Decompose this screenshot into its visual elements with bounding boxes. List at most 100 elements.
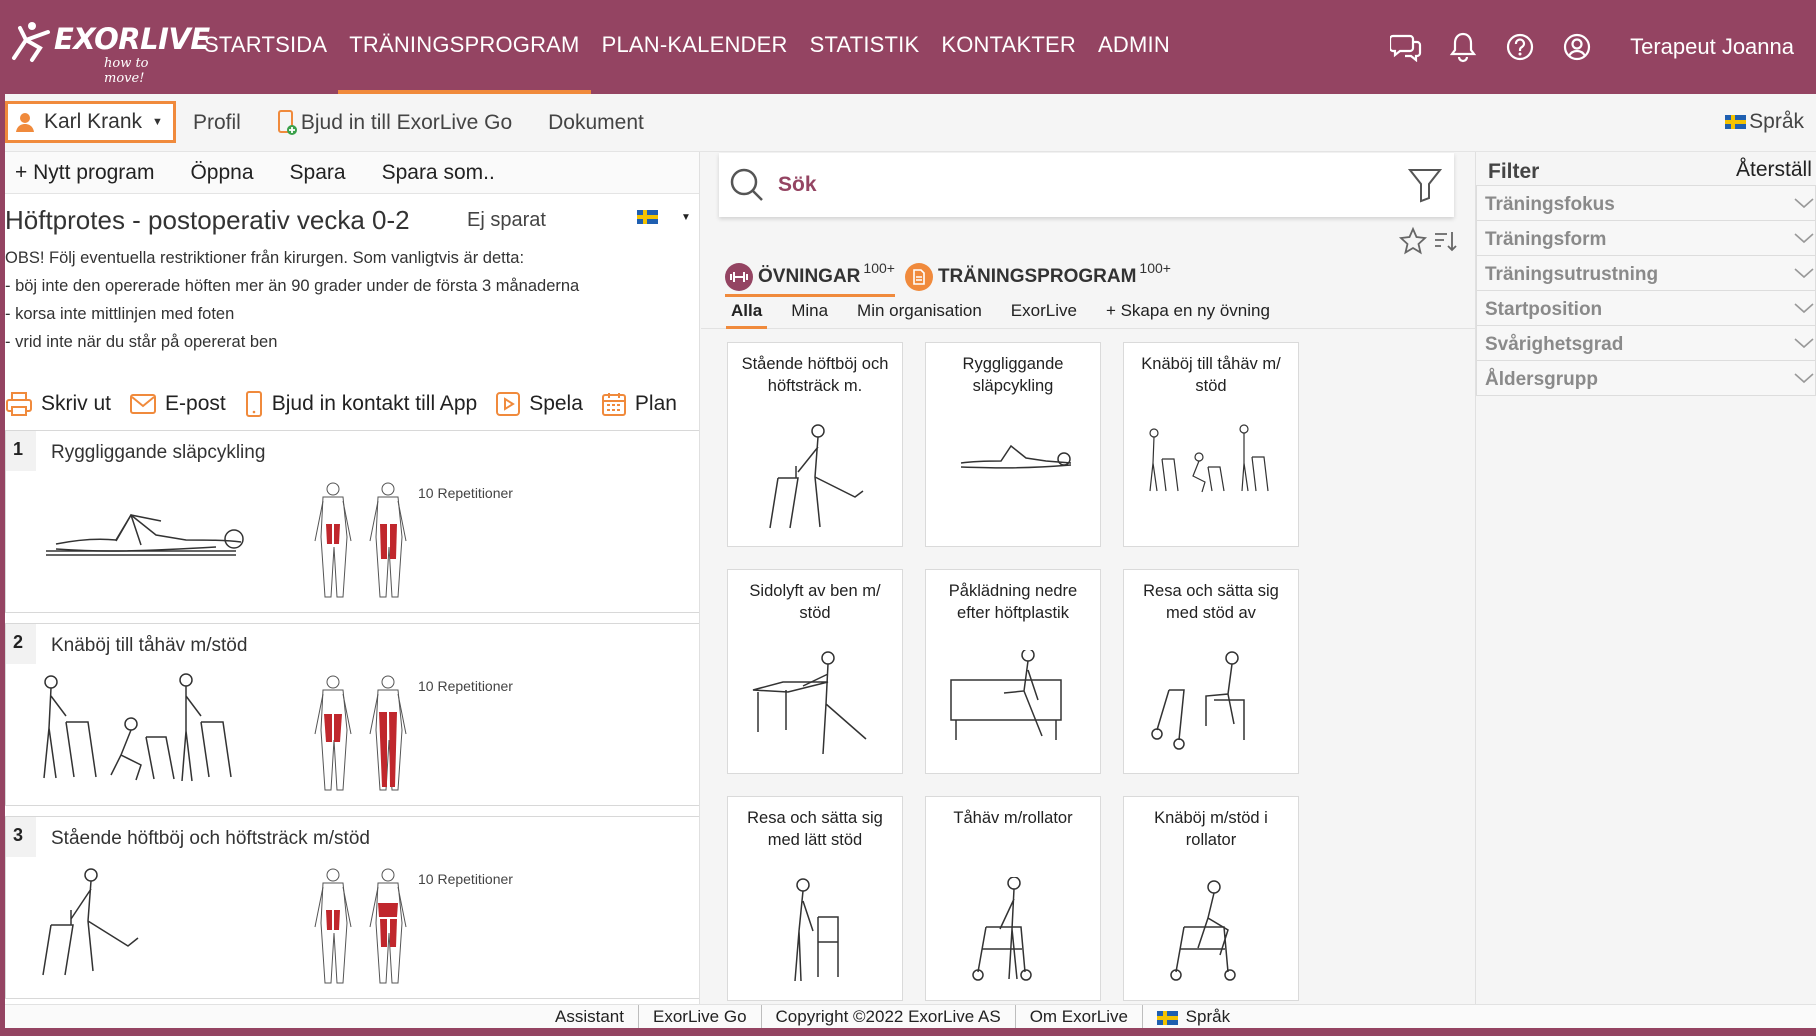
program-actions: Skriv ut E-post Bjud in kontakt till App…: [5, 378, 699, 430]
language-selector-top[interactable]: Språk: [1725, 110, 1804, 134]
client-name: Karl Krank: [44, 110, 143, 133]
program-exercise-card[interactable]: 3 Stående höftböj och höftsträck m/stöd: [5, 816, 699, 999]
tab-ovningar[interactable]: ÖVNINGAR 100+: [725, 260, 895, 297]
program-title[interactable]: Höftprotes - postoperativ vecka 0-2: [5, 205, 410, 236]
reset-filter-button[interactable]: Återställ: [1736, 158, 1812, 182]
exorlive-go-link[interactable]: ExorLive Go: [639, 1005, 762, 1028]
facet-traningsform[interactable]: Träningsform: [1476, 221, 1816, 256]
program-exercise-card[interactable]: 1 Ryggliggande släpcykling 10 Repetition…: [5, 430, 699, 613]
print-button[interactable]: Skriv ut: [5, 391, 111, 417]
client-bar: Karl Krank ▼ Profil Bjud in till ExorLiv…: [5, 94, 1816, 152]
exercise-tile[interactable]: Ryggliggande släpcykling: [925, 342, 1101, 547]
facet-startposition[interactable]: Startposition: [1476, 291, 1816, 326]
exercise-tile-name: Resa och sätta sig med stöd av: [1143, 582, 1279, 622]
list-tools: [1398, 226, 1458, 256]
exercise-tile[interactable]: Resa och sätta sig med lätt stöd: [727, 796, 903, 1001]
documents-link[interactable]: Dokument: [548, 111, 644, 135]
chevron-down-icon: [1794, 233, 1814, 244]
footer: Assistant ExorLive Go Copyright ©2022 Ex…: [5, 1004, 1816, 1028]
exercise-tile[interactable]: Knäböj m/stöd i rollator: [1123, 796, 1299, 1001]
profile-link[interactable]: Profil: [193, 111, 241, 135]
facet-label: Träningsutrustning: [1485, 264, 1659, 285]
user-name[interactable]: Terapeut Joanna: [1630, 34, 1794, 60]
facet-label: Åldersgrupp: [1485, 369, 1598, 390]
filter-icon[interactable]: [1408, 167, 1442, 203]
facet-label: Träningsform: [1485, 229, 1607, 250]
facet-traningsutrustning[interactable]: Träningsutrustning: [1476, 256, 1816, 291]
client-selector[interactable]: Karl Krank ▼: [5, 101, 176, 143]
facet-aldersgrupp[interactable]: Åldersgrupp: [1476, 361, 1816, 396]
exercise-thumbnail: [972, 877, 1032, 981]
subtab-alla[interactable]: Alla: [725, 297, 768, 329]
exercise-tile[interactable]: Tåhäv m/rollator: [925, 796, 1101, 1001]
exercise-tile[interactable]: Knäböj till tåhäv m/ stöd: [1123, 342, 1299, 547]
search-input[interactable]: [778, 173, 1358, 197]
chat-icon[interactable]: [1390, 31, 1422, 63]
tab-traningsprogram[interactable]: TRÄNINGSPROGRAM 100+: [904, 260, 1171, 294]
facet-traningsfokus[interactable]: Träningsfokus: [1476, 186, 1816, 221]
subtab-min-organisation[interactable]: Min organisation: [857, 297, 982, 329]
program-language-selector[interactable]: ▼: [637, 210, 691, 224]
nav-plan-kalender[interactable]: PLAN-KALENDER: [591, 0, 799, 94]
help-icon[interactable]: [1504, 31, 1536, 63]
about-link[interactable]: Om ExorLive: [1016, 1005, 1143, 1028]
exercise-name: Ryggliggande släpcykling: [51, 442, 266, 463]
exercise-thumbnail: [960, 444, 1072, 469]
assistant-link[interactable]: Assistant: [541, 1005, 639, 1028]
calendar-icon: [601, 393, 626, 416]
email-label: E-post: [165, 392, 226, 415]
exercise-number: 1: [6, 431, 36, 471]
sort-icon[interactable]: [1432, 228, 1458, 254]
nav-admin[interactable]: ADMIN: [1087, 0, 1181, 94]
phone-add-icon: [277, 110, 297, 135]
exorlive-logo[interactable]: EXORLIVE how to move!: [10, 16, 210, 86]
subtab-mina[interactable]: Mina: [791, 297, 828, 329]
nav-statistik[interactable]: STATISTIK: [799, 0, 931, 94]
program-exercise-card[interactable]: 2 Knäböj till tåhäv m/stöd 10 Repetition…: [5, 623, 699, 806]
note-line: - böj inte den opererade höften mer än 9…: [5, 277, 580, 295]
caret-down-icon: ▼: [152, 116, 163, 128]
star-icon[interactable]: [1398, 226, 1428, 256]
exercise-tile-name: Knäböj till tåhäv m/ stöd: [1141, 355, 1281, 395]
exercise-tile[interactable]: Sidolyft av ben m/ stöd: [727, 569, 903, 774]
create-exercise-link[interactable]: + Skapa en ny övning: [1106, 297, 1270, 329]
plan-button[interactable]: Plan: [601, 391, 677, 417]
invite-exorlive-go-link[interactable]: Bjud in till ExorLive Go: [277, 109, 512, 137]
footer-language-label: Språk: [1185, 1007, 1231, 1026]
exercise-tile[interactable]: Resa och sätta sig med stöd av: [1123, 569, 1299, 774]
invite-app-button[interactable]: Bjud in kontakt till App: [244, 390, 477, 418]
chevron-down-icon: [1794, 373, 1814, 384]
nav-kontakter[interactable]: KONTAKTER: [930, 0, 1087, 94]
main-nav: STARTSIDA TRÄNINGSPROGRAM PLAN-KALENDER …: [193, 0, 1181, 94]
exercise-browser: ÖVNINGAR 100+ TRÄNINGSPROGRAM 100+ Alla …: [701, 152, 1475, 1028]
program-title-row: Höftprotes - postoperativ vecka 0-2 Ej s…: [5, 194, 699, 240]
language-label: Språk: [1749, 110, 1804, 133]
open-button[interactable]: Öppna: [190, 161, 253, 185]
exercise-tile[interactable]: Påklädning nedre efter höftplastik: [925, 569, 1101, 774]
main-content: Karl Krank ▼ Profil Bjud in till ExorLiv…: [5, 94, 1816, 1028]
logo-wordmark: EXORLIVE: [54, 22, 210, 56]
program-notes[interactable]: OBS! Följ eventuella restriktioner från …: [5, 240, 699, 356]
facet-svarighetsgrad[interactable]: Svårighetsgrad: [1476, 326, 1816, 361]
exercise-tile-name: Påklädning nedre efter höftplastik: [948, 582, 1078, 622]
facet-label: Träningsfokus: [1485, 194, 1615, 215]
logo-tagline: how to move!: [104, 56, 149, 86]
email-button[interactable]: E-post: [129, 392, 226, 416]
new-program-button[interactable]: + Nytt program: [15, 161, 154, 185]
user-circle-icon[interactable]: [1561, 31, 1593, 63]
subtab-exorlive[interactable]: ExorLive: [1011, 297, 1077, 329]
footer-language-link[interactable]: Språk: [1143, 1005, 1244, 1028]
exercise-reps: 10 Repetitioner: [418, 871, 513, 887]
exercise-tile[interactable]: Stående höftböj och höftsträck m.: [727, 342, 903, 547]
nav-startsida[interactable]: STARTSIDA: [193, 0, 338, 94]
play-button[interactable]: Spela: [495, 391, 583, 417]
bell-icon[interactable]: [1447, 31, 1479, 63]
swedish-flag-icon: [1725, 115, 1747, 129]
copyright-text: Copyright ©2022 ExorLive AS: [762, 1005, 1016, 1028]
nav-traningsprogram[interactable]: TRÄNINGSPROGRAM: [338, 0, 591, 94]
save-as-button[interactable]: Spara som..: [382, 161, 495, 185]
save-button[interactable]: Spara: [290, 161, 346, 185]
exercise-thumbnail: [950, 650, 1062, 740]
exercise-tile-name: Resa och sätta sig med lätt stöd: [747, 809, 883, 849]
save-status: Ej sparat: [467, 209, 546, 231]
